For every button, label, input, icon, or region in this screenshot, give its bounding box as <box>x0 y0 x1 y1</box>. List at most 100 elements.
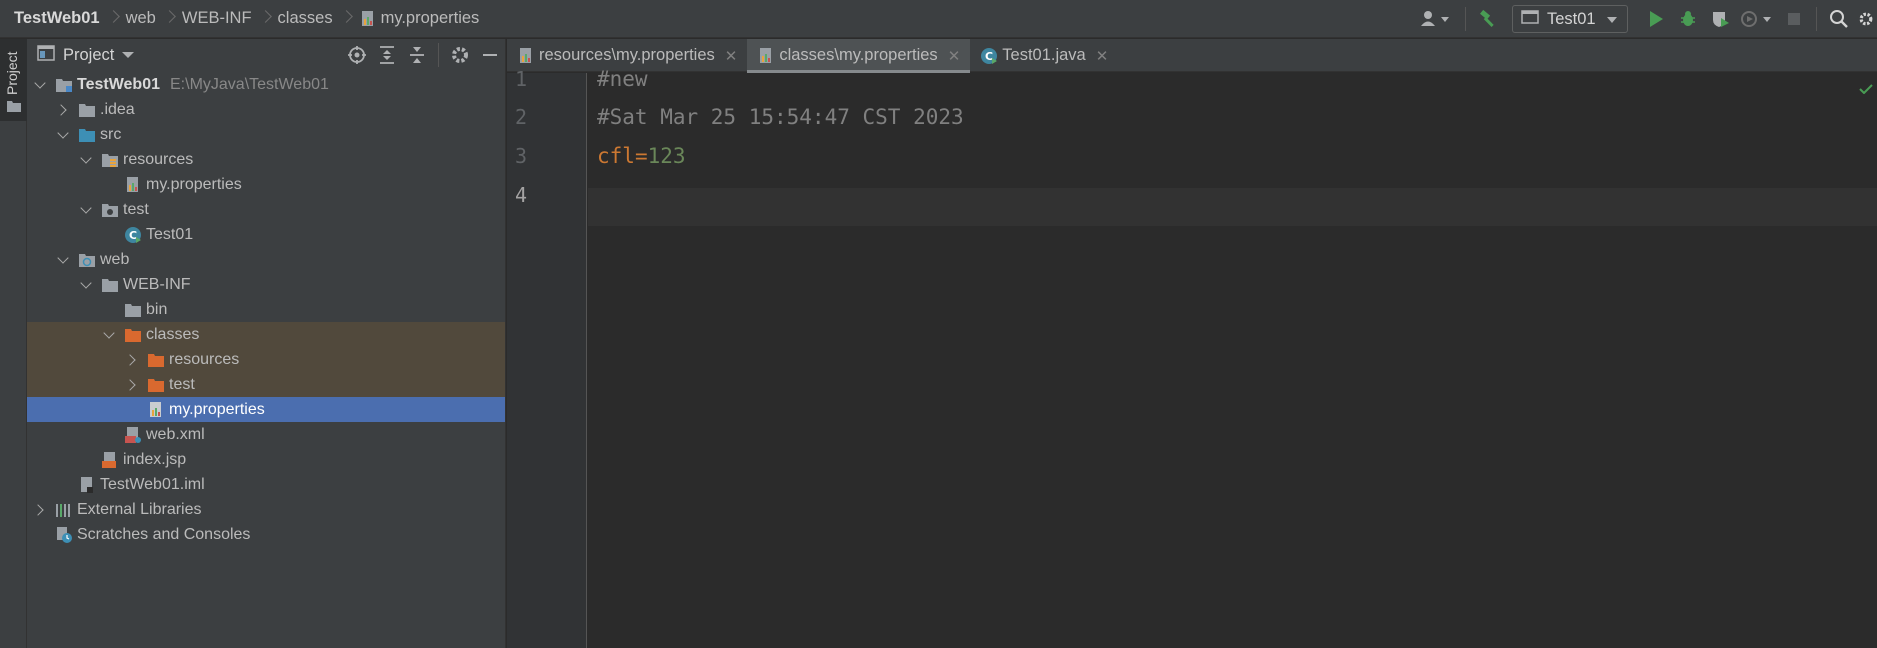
close-icon[interactable]: ✕ <box>725 47 738 65</box>
main-toolbar: Test01 <box>1413 0 1877 38</box>
chevron-down-icon[interactable] <box>102 322 116 347</box>
svg-text:C: C <box>129 229 137 242</box>
property-equals: = <box>634 144 648 168</box>
panel-tools-divider <box>438 43 439 67</box>
tree-item-label: TestWeb01.iml <box>100 475 205 493</box>
stop-icon[interactable] <box>1781 6 1807 32</box>
breadcrumb-web[interactable]: web <box>126 0 156 38</box>
search-icon[interactable] <box>1826 6 1852 32</box>
expand-all-icon[interactable] <box>374 42 400 68</box>
run-config-label: Test01 <box>1547 9 1596 28</box>
chevron-down-icon <box>1607 10 1617 29</box>
xml-file-icon <box>124 426 142 444</box>
project-tool-window-button[interactable]: Project <box>0 39 27 121</box>
tree-item-label: resources <box>123 150 194 168</box>
source-folder-icon <box>78 126 96 144</box>
project-view-icon <box>37 44 55 66</box>
tree-item-label: my.properties <box>146 175 242 193</box>
close-icon[interactable]: ✕ <box>1096 47 1109 65</box>
chevron-down-icon[interactable] <box>56 247 70 272</box>
folder-icon <box>6 99 22 118</box>
breadcrumb-file-label: my.properties <box>380 9 480 27</box>
svg-text:C: C <box>985 50 993 63</box>
tree-item-scratches[interactable]: Scratches and Consoles <box>27 522 505 547</box>
breadcrumb-classes[interactable]: classes <box>278 0 333 38</box>
tab-test01-java[interactable]: C Test01.java ✕ <box>970 39 1118 72</box>
tree-item-label: resources <box>169 350 240 368</box>
properties-file-icon <box>359 10 377 28</box>
jsp-file-icon <box>101 451 119 469</box>
tree-item-classes[interactable]: classes <box>27 322 505 347</box>
chevron-down-icon[interactable] <box>122 46 135 64</box>
module-folder-icon <box>55 76 73 94</box>
tree-item-testweb01-iml[interactable]: TestWeb01.iml <box>27 472 505 497</box>
profile-icon[interactable] <box>1739 6 1775 32</box>
folder-icon <box>78 101 96 119</box>
tree-item-src[interactable]: src <box>27 122 505 147</box>
tree-item-testweb01[interactable]: TestWeb01 E:\MyJava\TestWeb01 <box>27 72 505 97</box>
breadcrumb-web-inf[interactable]: WEB-INF <box>182 0 252 38</box>
code-editor[interactable]: #new #Sat Mar 25 15:54:47 CST 2023 cfl=1… <box>588 67 1877 648</box>
line-number: 1 <box>515 67 528 91</box>
iml-file-icon <box>78 476 96 494</box>
tree-item-label: my.properties <box>169 400 265 418</box>
web-folder-icon <box>78 251 96 269</box>
coverage-icon[interactable] <box>1707 6 1733 32</box>
navigation-bar: TestWeb01 web WEB-INF classes my.propert… <box>0 0 1877 38</box>
line-number-gutter: 1 2 3 4 <box>507 67 587 648</box>
tab-label: Test01.java <box>1002 46 1086 64</box>
tree-item-test01[interactable]: C Test01 <box>27 222 505 247</box>
tree-item-web-inf[interactable]: WEB-INF <box>27 272 505 297</box>
tree-item-index-jsp[interactable]: index.jsp <box>27 447 505 472</box>
settings-gear-icon[interactable] <box>1858 6 1874 32</box>
chevron-right-icon[interactable] <box>33 497 47 522</box>
tree-item-classes-resources[interactable]: resources <box>27 347 505 372</box>
breadcrumb-separator-icon <box>259 0 271 38</box>
hide-minus-icon[interactable] <box>477 42 503 68</box>
project-panel-title[interactable]: Project <box>63 46 114 65</box>
chevron-down-icon[interactable] <box>79 147 93 172</box>
tree-item-external-libraries[interactable]: External Libraries <box>27 497 505 522</box>
chevron-right-icon[interactable] <box>125 372 139 397</box>
run-icon[interactable] <box>1643 6 1669 32</box>
locate-crosshair-icon[interactable] <box>344 42 370 68</box>
scratches-icon <box>55 526 73 544</box>
tree-item-my-properties[interactable]: my.properties <box>27 172 505 197</box>
tree-item-resources[interactable]: resources <box>27 147 505 172</box>
breadcrumb-separator-icon <box>340 0 352 38</box>
run-configuration-select[interactable]: Test01 <box>1512 5 1628 33</box>
breadcrumb-separator-icon <box>107 0 119 38</box>
vcs-user-icon[interactable] <box>1416 6 1456 32</box>
breadcrumb-project[interactable]: TestWeb01 <box>14 0 100 38</box>
build-hammer-icon[interactable] <box>1475 6 1501 32</box>
chevron-right-icon[interactable] <box>125 347 139 372</box>
tree-item-test[interactable]: test <box>27 197 505 222</box>
chevron-down-icon[interactable] <box>79 197 93 222</box>
breadcrumb-separator-icon <box>163 0 175 38</box>
tree-item-label: bin <box>146 300 168 318</box>
chevron-down-icon[interactable] <box>56 122 70 147</box>
tree-item-label: .idea <box>100 100 135 118</box>
collapse-all-icon[interactable] <box>404 42 430 68</box>
tree-item-web-xml[interactable]: web.xml <box>27 422 505 447</box>
tree-item-classes-my-properties[interactable]: my.properties <box>27 397 505 422</box>
tab-label: classes\my.properties <box>779 46 938 64</box>
tree-item-web[interactable]: web <box>27 247 505 272</box>
excluded-folder-icon <box>147 376 165 394</box>
chevron-down-icon[interactable] <box>33 72 47 97</box>
chevron-down-icon[interactable] <box>79 272 93 297</box>
tree-item-label: src <box>100 125 122 143</box>
tree-item-bin[interactable]: bin <box>27 297 505 322</box>
debug-bug-icon[interactable] <box>1675 6 1701 32</box>
tab-classes-my-properties[interactable]: classes\my.properties ✕ <box>747 39 971 73</box>
tree-item-idea[interactable]: .idea <box>27 97 505 122</box>
toolbar-divider <box>1465 7 1466 31</box>
line-number: 4 <box>515 183 528 207</box>
gear-icon[interactable] <box>447 42 473 68</box>
tree-item-classes-test[interactable]: test <box>27 372 505 397</box>
breadcrumb-file[interactable]: my.properties <box>359 0 480 38</box>
chevron-right-icon[interactable] <box>56 97 70 122</box>
tree-item-label: test <box>169 375 195 393</box>
close-icon[interactable]: ✕ <box>948 47 961 65</box>
properties-file-icon <box>757 47 775 65</box>
